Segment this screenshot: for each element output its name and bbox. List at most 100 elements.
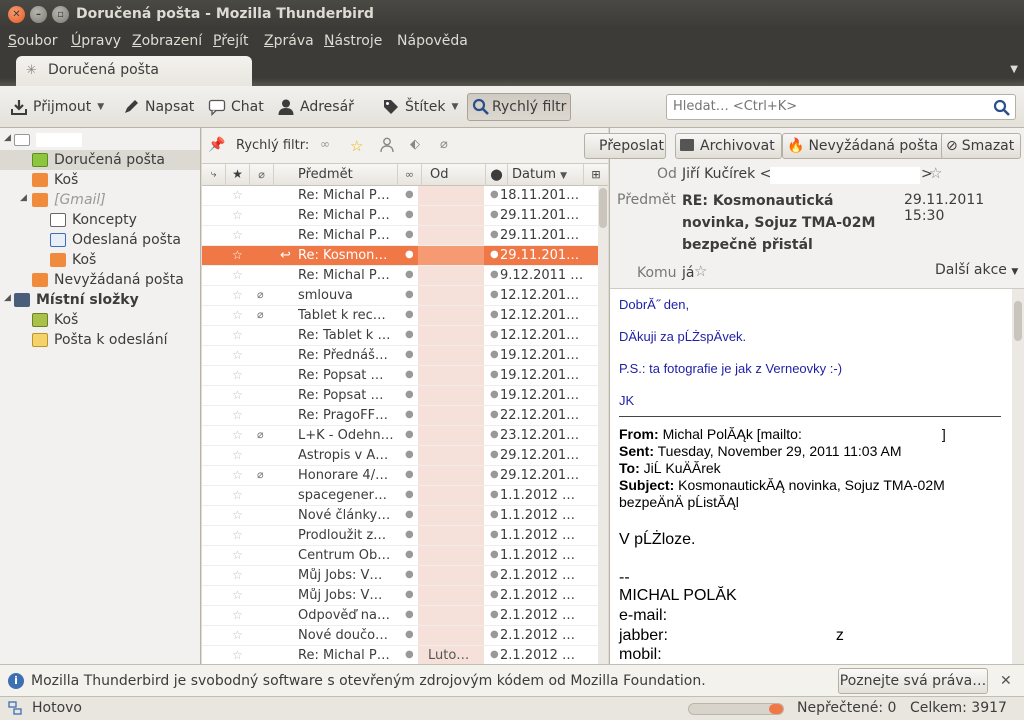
message-row[interactable]: ☆ Re: PragoFF… ● ● 22.12.201… (202, 406, 598, 426)
message-row[interactable]: ☆ Re: Popsat … ● ● 19.12.201… (202, 386, 598, 406)
message-row[interactable]: ☆ Re: Tablet k … ● ● 12.12.201… (202, 326, 598, 346)
delete-button[interactable]: ⊘ Smazat (941, 133, 1022, 159)
read-dot-icon[interactable]: ● (405, 489, 413, 500)
menu-tools[interactable]: Nástroje (324, 33, 382, 49)
star-icon[interactable]: ☆ (232, 348, 246, 362)
chat-button[interactable]: Chat (204, 93, 268, 121)
expand-triangle-icon[interactable]: ◢ (20, 193, 30, 203)
column-picker-icon[interactable]: ⊞ (584, 164, 608, 186)
message-row[interactable]: ☆ Astropis v A… ● ● 29.12.201… (202, 446, 598, 466)
star-icon[interactable]: ☆ (232, 368, 246, 382)
tag-icon[interactable]: ⬖ (410, 137, 428, 155)
star-icon[interactable]: ☆ (232, 308, 246, 322)
junk-column-icon[interactable]: ⬤ (486, 164, 508, 186)
forward-button[interactable]: Přeposlat (584, 133, 666, 159)
menu-edit[interactable]: Úpravy (71, 33, 121, 49)
message-row[interactable]: ☆ Nové článk​y… ● ● 1.1.2012 … (202, 506, 598, 526)
menu-message[interactable]: Zpráva (264, 33, 314, 49)
star-icon[interactable]: ☆ (232, 508, 246, 522)
star-icon[interactable]: ☆ (232, 648, 246, 662)
junk-dot-icon[interactable]: ● (490, 329, 498, 340)
network-icon[interactable] (8, 701, 22, 715)
read-dot-icon[interactable]: ● (405, 629, 413, 640)
menu-file[interactable]: Soubor (8, 33, 58, 49)
folder-junk[interactable]: Nevyžádaná pošta (0, 270, 200, 290)
junk-dot-icon[interactable]: ● (490, 269, 498, 280)
junk-dot-icon[interactable]: ● (490, 449, 498, 460)
scrollbar-thumb[interactable] (1014, 301, 1022, 341)
star-icon[interactable]: ☆ (232, 628, 246, 642)
message-row[interactable]: ☆ Nové doučo… ● ● 2.1.2012 … (202, 626, 598, 646)
quick-filter-button[interactable]: Rychlý filtr (467, 93, 572, 121)
write-button[interactable]: Napsat (118, 93, 198, 121)
read-dot-icon[interactable]: ● (405, 529, 413, 540)
body-scrollbar[interactable] (1012, 289, 1024, 664)
star-icon[interactable]: ☆ (694, 262, 707, 280)
read-dot-icon[interactable]: ● (405, 389, 413, 400)
message-row[interactable]: ☆ Odpověď na… ● ● 2.1.2012 … (202, 606, 598, 626)
read-dot-icon[interactable]: ● (405, 349, 413, 360)
junk-dot-icon[interactable]: ● (490, 509, 498, 520)
junk-button[interactable]: 🔥 Nevyžádaná pošta (782, 133, 946, 159)
from-value[interactable]: Jiří Kučírek < (682, 166, 771, 182)
message-row[interactable]: ☆ Re: Michal P… ● ● 9.12.2011 … (202, 266, 598, 286)
star-icon[interactable]: ☆ (232, 528, 246, 542)
junk-dot-icon[interactable]: ● (490, 649, 498, 660)
star-icon[interactable]: ☆ (232, 568, 246, 582)
junk-dot-icon[interactable]: ● (490, 289, 498, 300)
star-icon[interactable]: ☆ (929, 164, 942, 182)
message-row[interactable]: ☆ Prodloužit z… ● ● 1.1.2012 … (202, 526, 598, 546)
folder-sent[interactable]: Odeslaná pošta (0, 230, 200, 250)
read-dot-icon[interactable]: ● (405, 589, 413, 600)
junk-dot-icon[interactable]: ● (490, 229, 498, 240)
thread-scrollbar[interactable] (598, 186, 608, 664)
read-dot-icon[interactable]: ● (405, 289, 413, 300)
subject-column[interactable]: Předmět (274, 164, 398, 186)
read-dot-icon[interactable]: ● (405, 229, 413, 240)
star-icon[interactable]: ☆ (232, 588, 246, 602)
maximize-window-button[interactable]: ▫ (52, 6, 69, 23)
star-icon[interactable]: ☆ (232, 248, 246, 262)
star-column-icon[interactable]: ★ (226, 164, 250, 186)
message-row[interactable]: ☆ ⌀ L+K - Odehn… ● ● 23.12.201… (202, 426, 598, 446)
message-row[interactable]: ☆ Re: Michal P… ● ● 29.11.201… (202, 206, 598, 226)
minimize-window-button[interactable]: – (30, 6, 47, 23)
read-dot-icon[interactable]: ● (405, 189, 413, 200)
message-row[interactable]: ☆ ↩ Re: Kosmon… ● ● 29.11.201… (202, 246, 598, 266)
scrollbar-thumb[interactable] (599, 188, 607, 228)
local-folders[interactable]: ◢ Místní složky (0, 290, 200, 310)
account-row[interactable]: ◢ (0, 130, 200, 150)
message-row[interactable]: ☆ Re: Přednáš… ● ● 19.12.201… (202, 346, 598, 366)
star-icon[interactable]: ☆ (232, 408, 246, 422)
starred-icon[interactable]: ☆ (350, 137, 368, 155)
close-icon[interactable]: ✕ (1000, 673, 1012, 689)
read-dot-icon[interactable]: ● (405, 429, 413, 440)
star-icon[interactable]: ☆ (232, 208, 246, 222)
folder-outbox[interactable]: Pošta k odeslání (0, 330, 200, 350)
star-icon[interactable]: ☆ (232, 448, 246, 462)
junk-dot-icon[interactable]: ● (490, 389, 498, 400)
message-row[interactable]: ☆ ⌀ Tablet k rec… ● ● 12.12.201… (202, 306, 598, 326)
junk-dot-icon[interactable]: ● (490, 549, 498, 560)
search-icon[interactable] (993, 99, 1011, 117)
junk-dot-icon[interactable]: ● (490, 469, 498, 480)
read-dot-icon[interactable]: ● (405, 549, 413, 560)
read-dot-icon[interactable]: ● (405, 569, 413, 580)
junk-dot-icon[interactable]: ● (490, 489, 498, 500)
folder-gmail-trash[interactable]: Koš (0, 250, 200, 270)
folder-drafts[interactable]: Koncepty (0, 210, 200, 230)
message-row[interactable]: ☆ Re: Michal P… ● ● 29.11.201… (202, 226, 598, 246)
threads-icon[interactable]: ∞ (320, 137, 338, 155)
message-row[interactable]: ☆ ⌀ Honorare 4/… ● ● 29.12.201… (202, 466, 598, 486)
junk-dot-icon[interactable]: ● (490, 609, 498, 620)
tab-list-arrow-icon[interactable]: ▼ (1010, 64, 1018, 75)
junk-dot-icon[interactable]: ● (490, 629, 498, 640)
star-icon[interactable]: ☆ (232, 268, 246, 282)
get-mail-button[interactable]: Přijmout ▼ (6, 93, 108, 121)
pin-icon[interactable]: 📌 (208, 137, 226, 155)
junk-dot-icon[interactable]: ● (490, 209, 498, 220)
contact-icon[interactable] (380, 137, 398, 155)
message-row[interactable]: ☆ Re: Popsat … ● ● 19.12.201… (202, 366, 598, 386)
read-dot-icon[interactable]: ● (405, 369, 413, 380)
junk-dot-icon[interactable]: ● (490, 189, 498, 200)
